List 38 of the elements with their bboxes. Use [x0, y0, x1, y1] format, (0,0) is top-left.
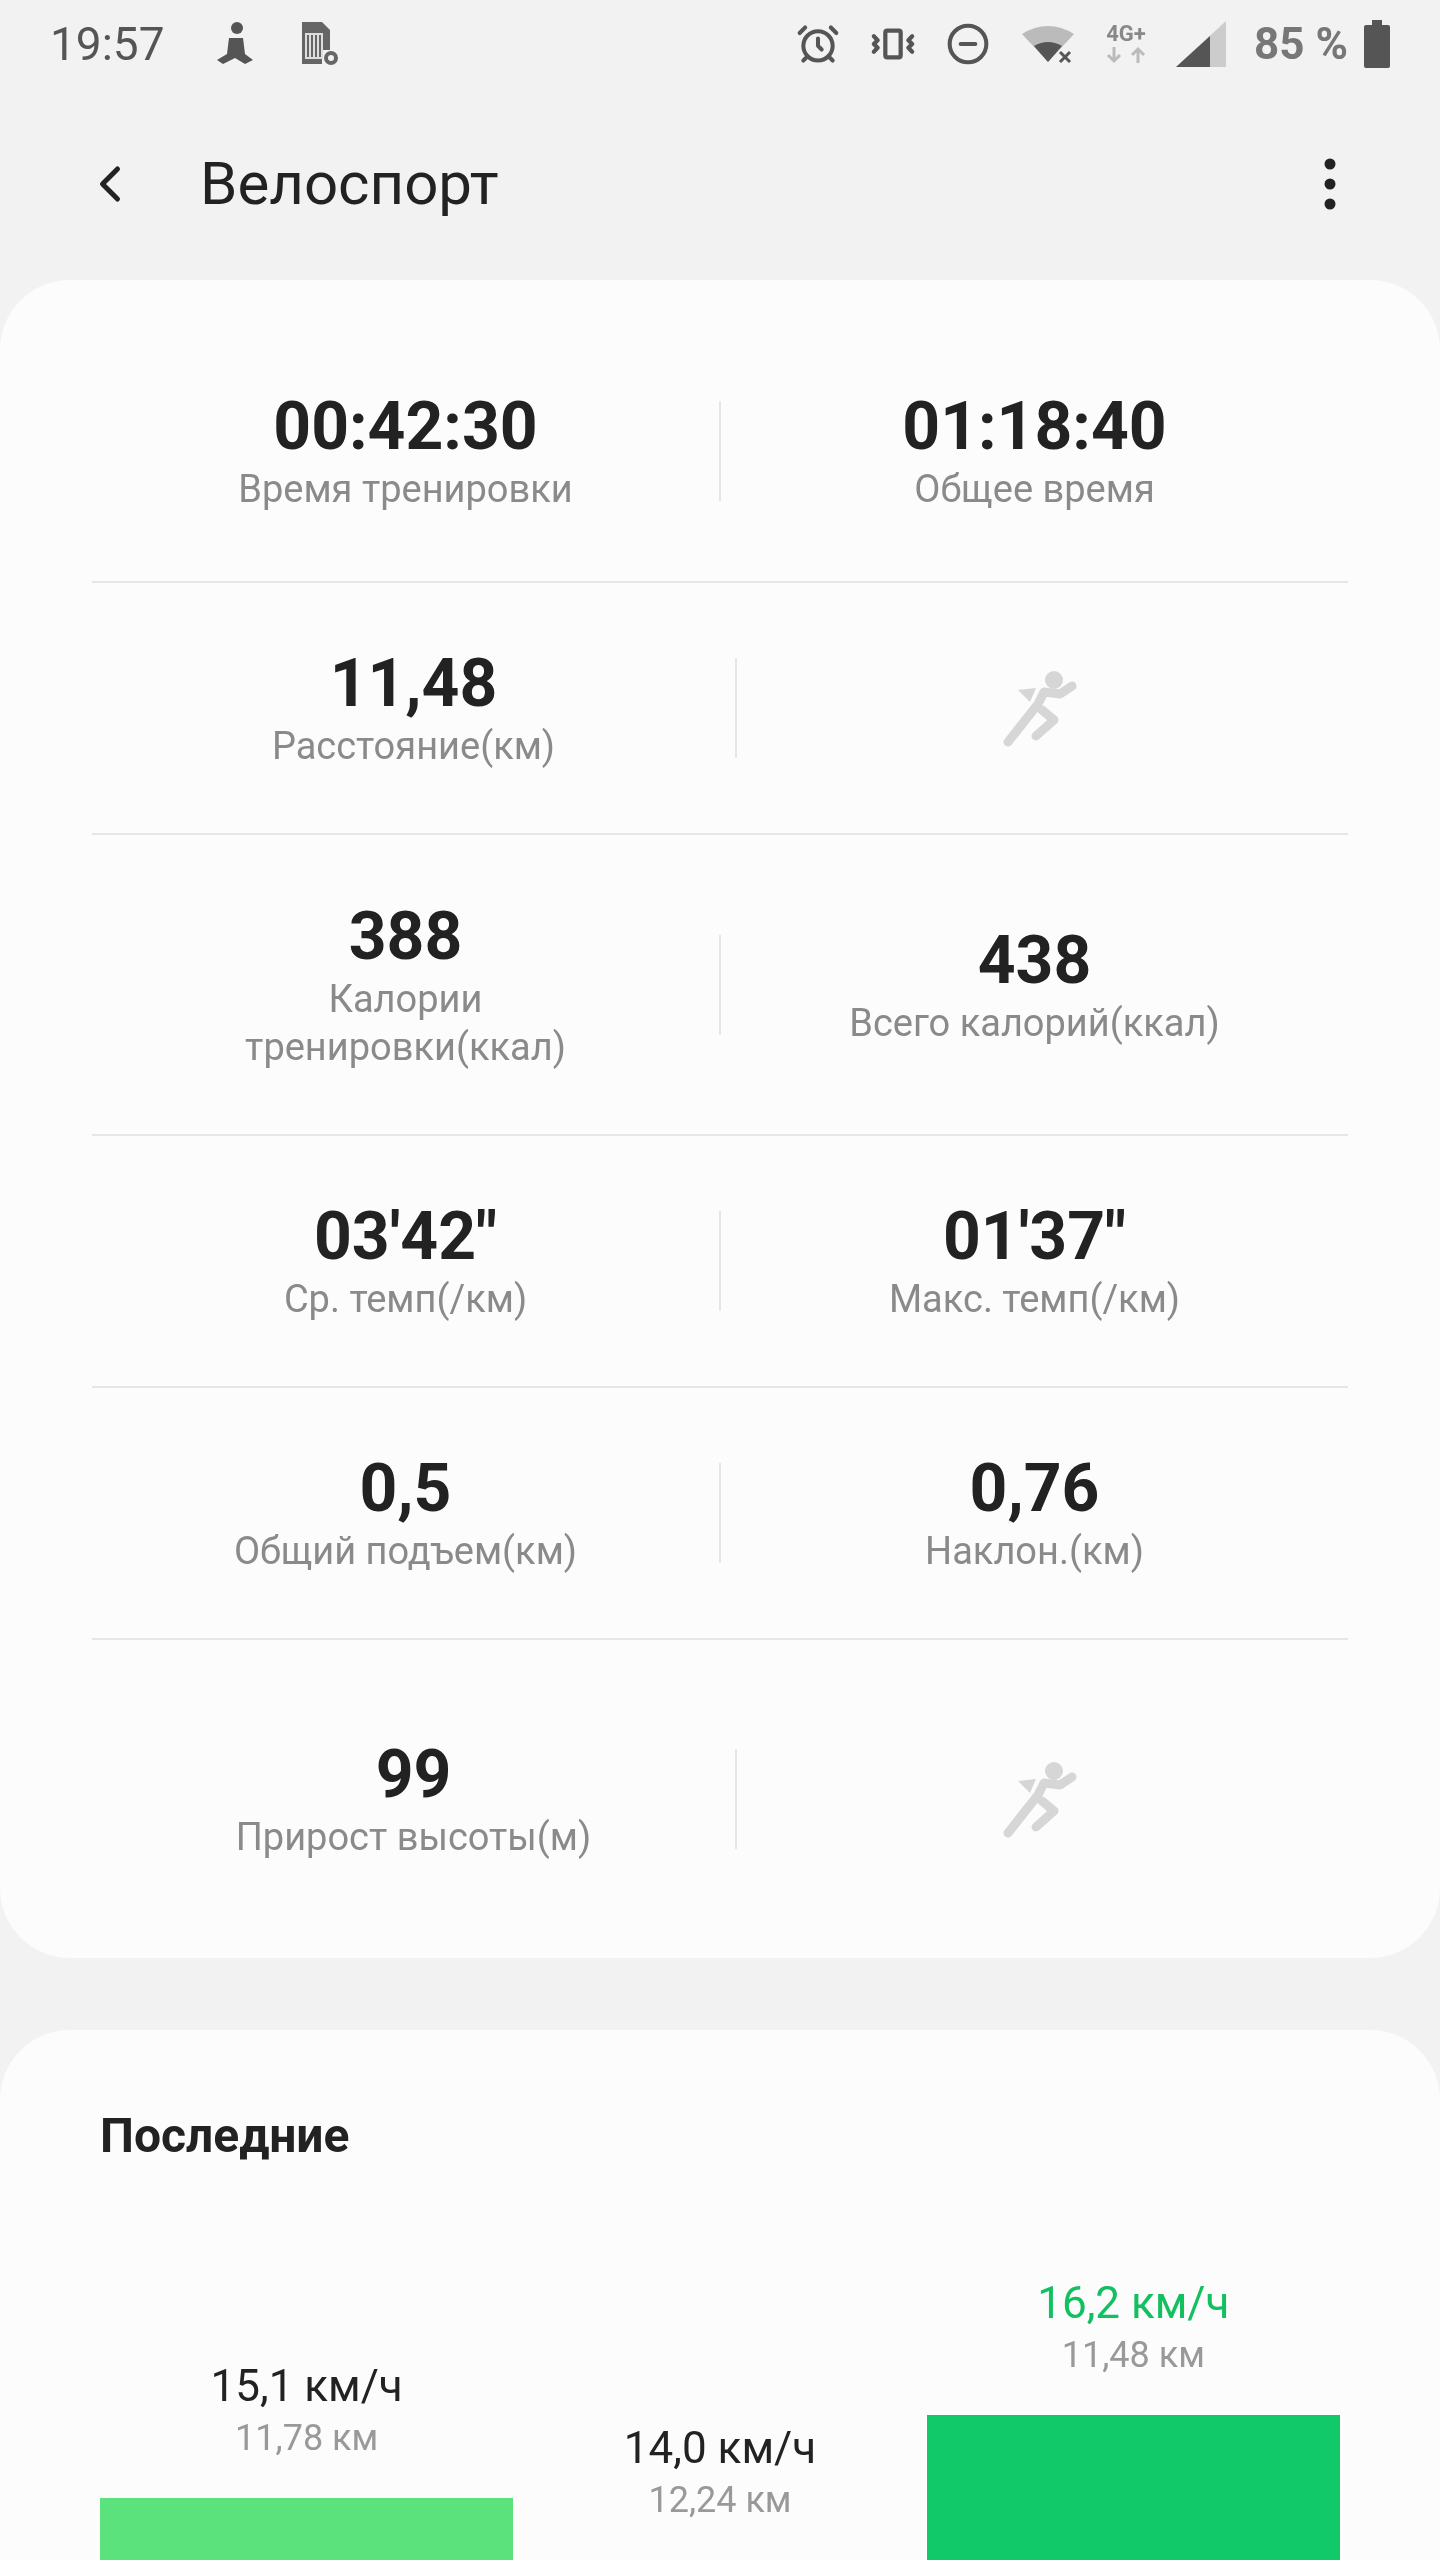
stat-value: 01:18:40	[902, 388, 1167, 465]
stat-value: 99	[375, 1737, 452, 1813]
stat-value: 0,5	[359, 1451, 452, 1527]
page-title: Велоспорт	[200, 147, 499, 221]
signal-icon	[1176, 21, 1227, 67]
section-title: Последние	[100, 2106, 351, 2166]
stat-value: 438	[977, 922, 1092, 999]
status-time: 19:57	[50, 15, 165, 73]
stat-value: 00:42:30	[273, 388, 538, 465]
stat-label: Время тренировки	[238, 465, 573, 513]
stat-label: Расстояние(км)	[271, 723, 556, 770]
stat-value: 11,48	[329, 646, 498, 722]
stat-label: Калории тренировки(ккал)	[244, 975, 567, 1071]
do-not-disturb-icon	[946, 22, 991, 66]
speed-value: 16,2 км/ч	[1037, 2276, 1230, 2331]
stat-value: 388	[348, 898, 463, 975]
stat-value: 0,76	[969, 1451, 1100, 1527]
alarm-icon	[796, 22, 841, 66]
speed-value: 14,0 км/ч	[623, 2421, 817, 2476]
stat-label: Общее время	[914, 465, 1155, 513]
stat-value: 03'42"	[313, 1199, 498, 1275]
sim-settings-icon	[299, 20, 340, 68]
battery-icon	[1364, 20, 1390, 68]
stat-value: 01'37"	[942, 1199, 1127, 1275]
stat-label: Общий подъем(км)	[233, 1528, 578, 1575]
battery-percent: 85 %	[1254, 17, 1348, 72]
distance-value: 11,78 км	[235, 2416, 379, 2461]
stat-label: Макс. темп(/км)	[888, 1276, 1181, 1323]
stat-label: Прирост высоты(м)	[235, 1814, 592, 1861]
distance-value: 11,48 км	[1061, 2333, 1205, 2378]
wifi-off-icon	[1020, 24, 1077, 64]
distance-value: 12,24 км	[648, 2478, 792, 2523]
more-icon	[1324, 158, 1336, 210]
stat-label: Ср. темп(/км)	[283, 1276, 528, 1323]
network-type: 4G+	[1106, 23, 1146, 45]
speed-value: 15,1 км/ч	[210, 2359, 403, 2414]
stat-label: Всего калорий(ккал)	[849, 999, 1220, 1047]
stat-label: Наклон.(км)	[925, 1528, 1144, 1575]
